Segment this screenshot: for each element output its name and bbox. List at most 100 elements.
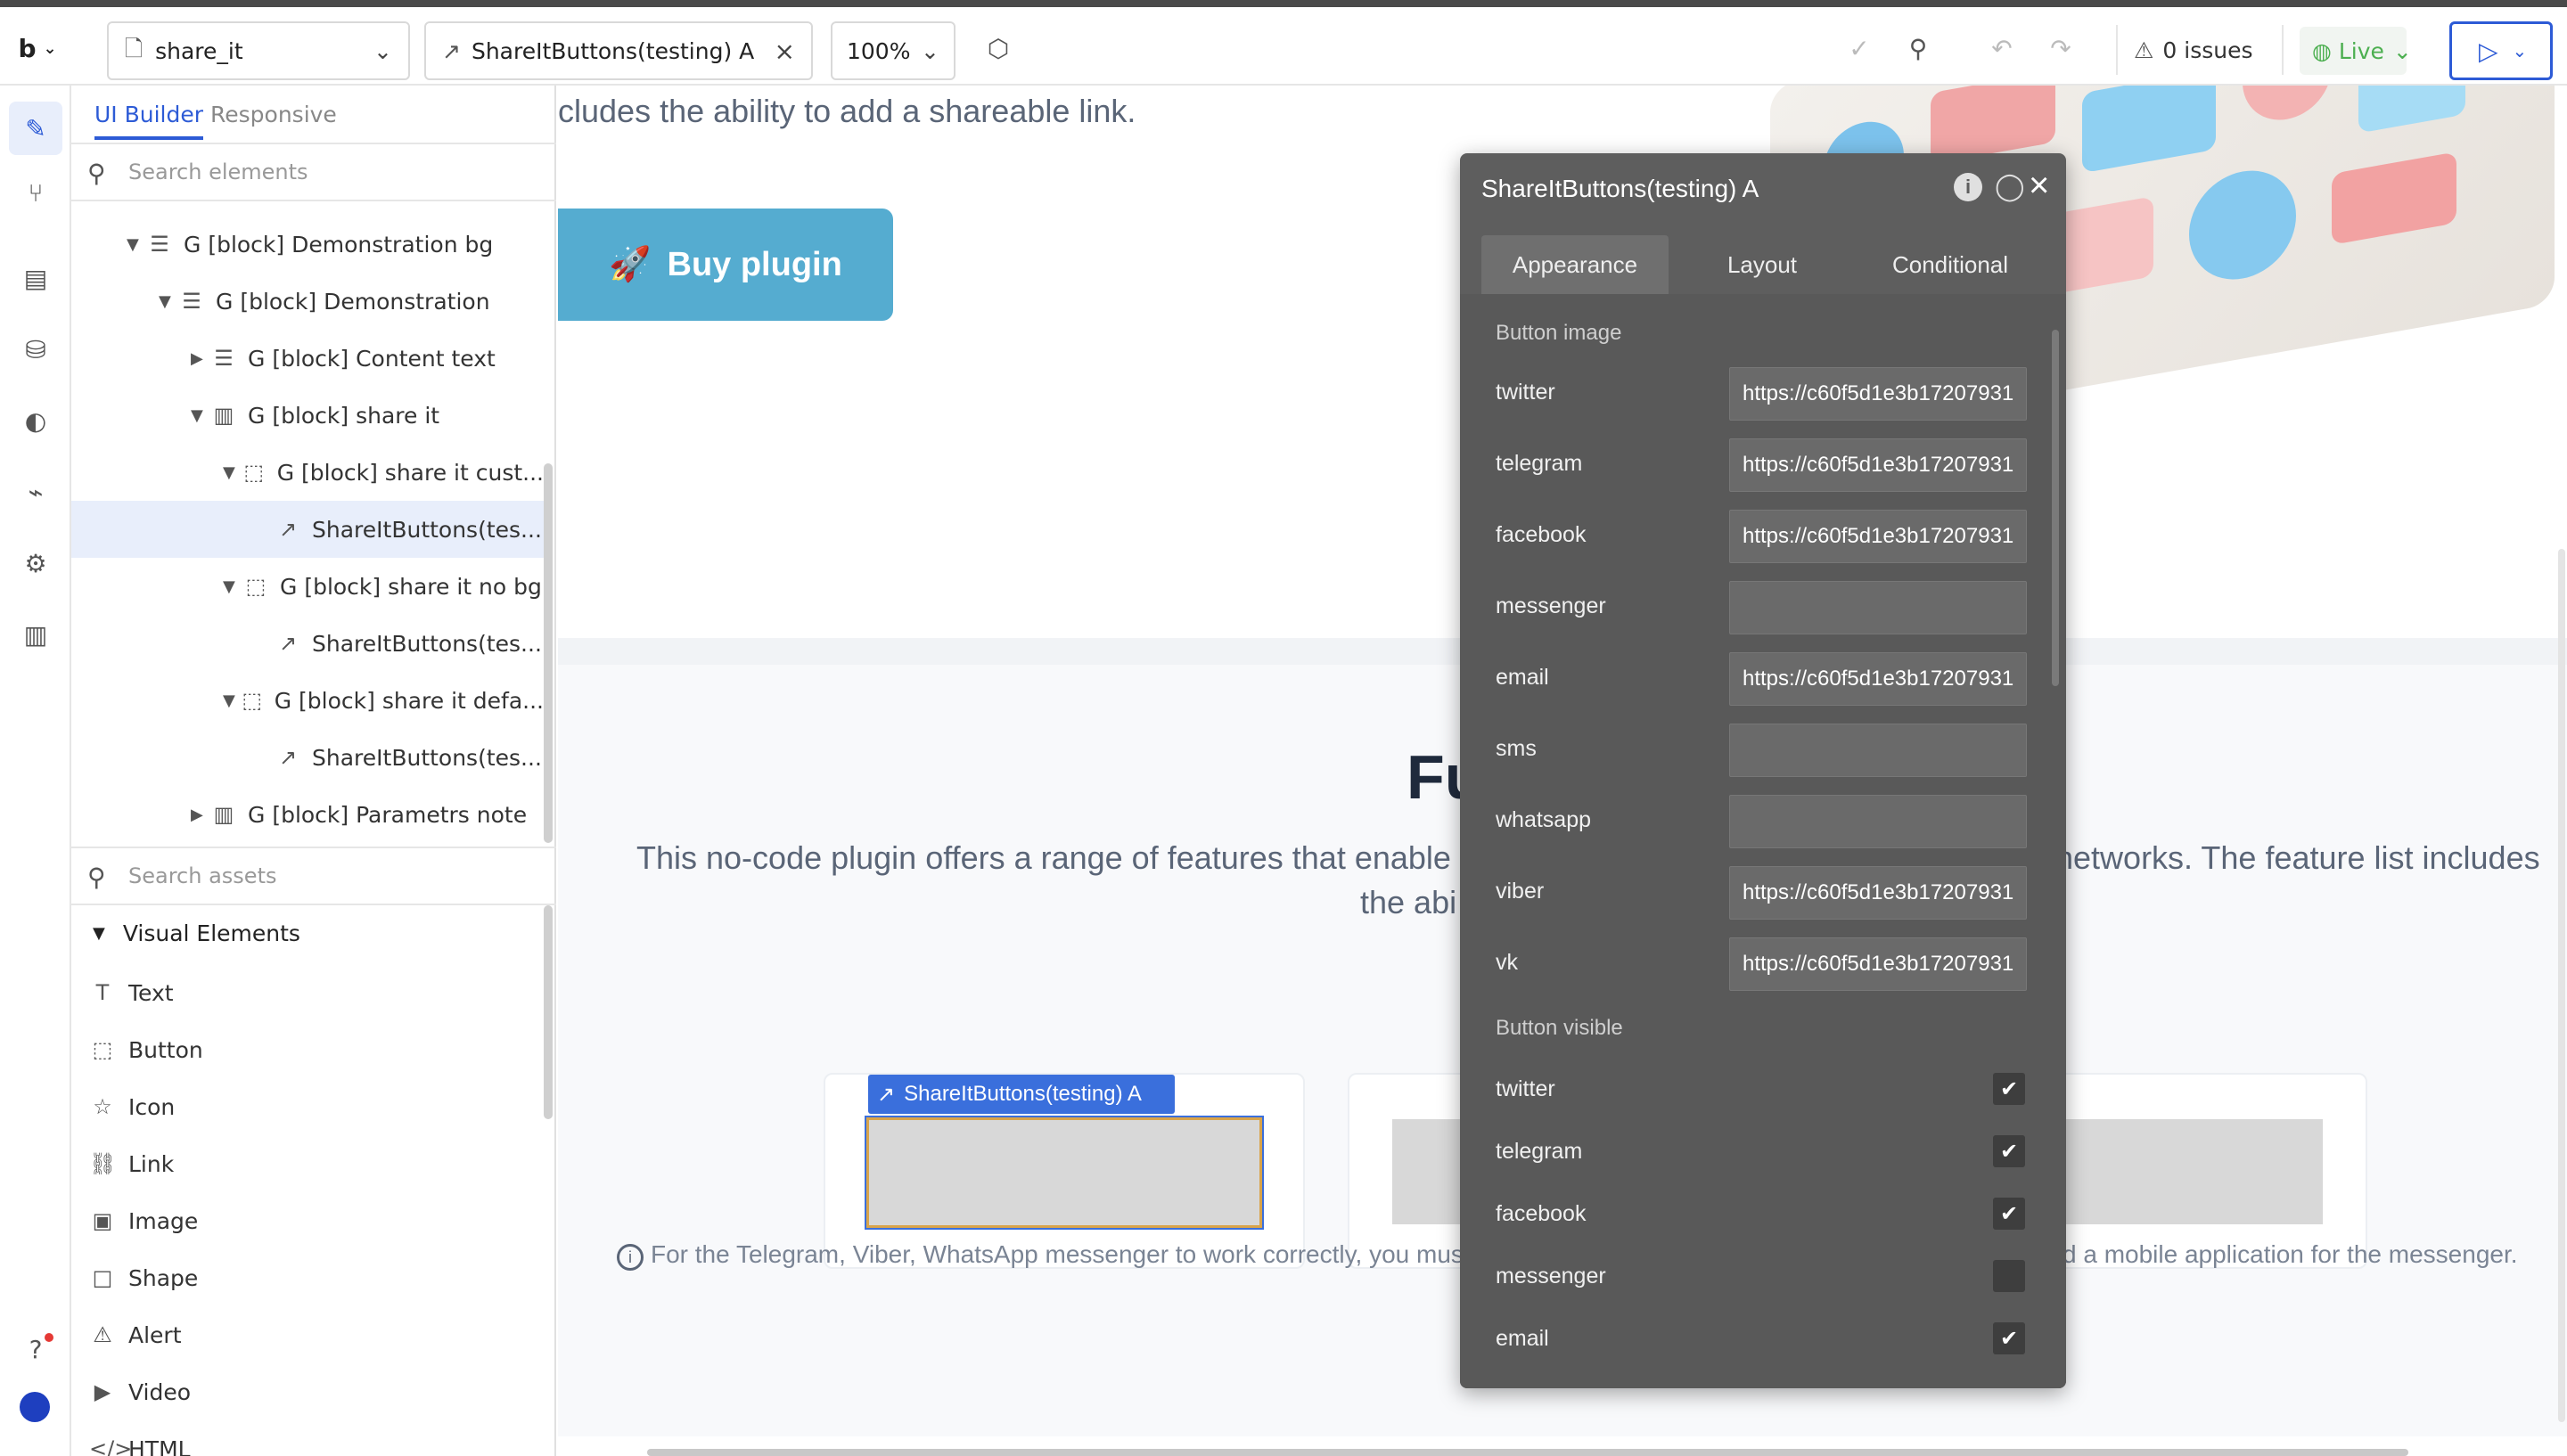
tree-item[interactable]: ▶ ☰ G [block] Content text [71,330,544,387]
property-editor: ShareItButtons(testing) A i ◯ × Appearan… [1460,153,2066,1388]
pencil-icon[interactable]: ✎ [18,110,53,146]
messenger-image-input[interactable] [1729,581,2027,634]
info-icon[interactable]: i [1954,173,1982,201]
live-selector[interactable]: ◍ Live ⌄ [2300,27,2412,75]
field-label: sms [1496,736,1537,761]
database-icon[interactable]: ⛁ [18,331,53,367]
property-editor-title: ShareItButtons(testing) A [1481,175,1759,202]
caret-down-icon[interactable]: ▼ [127,235,144,254]
element-selector[interactable]: ↗ ShareItButtons(testing) A × [424,21,813,80]
sms-image-input[interactable] [1729,724,2027,777]
button-image-label: Button image [1496,321,1622,345]
check-circle-icon[interactable]: ✓ [1841,30,1877,66]
share-buttons-placeholder-selected[interactable] [865,1116,1264,1230]
caret-down-icon[interactable]: ▼ [223,463,240,482]
preview-button[interactable]: ▷ ⌄ [2449,21,2553,80]
page-selector[interactable]: 🗋 share_it ⌄ [107,21,410,80]
selected-element-tag[interactable]: ↗ ShareItButtons(testing) A [868,1075,1175,1114]
tree-scrollbar[interactable] [544,463,553,843]
assets-scrollbar[interactable] [544,905,553,1119]
video-icon: ▶ [94,1379,111,1404]
asset-icon[interactable]: ☆ Icon [89,1080,175,1133]
asset-html[interactable]: </> HTML [89,1422,191,1456]
viber-image-input[interactable]: https://c60f5d1e3b17207931 [1729,866,2027,920]
whatsapp-image-input[interactable] [1729,795,2027,848]
tree-item[interactable]: ↗ ShareItButtons(tes... [71,729,544,786]
close-icon[interactable]: × [2029,166,2049,206]
tree-item[interactable]: ▼ ☰ G [block] Demonstration bg [71,216,544,273]
avatar[interactable] [20,1392,50,1422]
caret-right-icon[interactable]: ▶ [191,349,209,368]
buy-plugin-button[interactable]: 🚀 Buy plugin [558,209,893,321]
twitter-visible-checkbox[interactable]: ✔ [1993,1073,2025,1105]
layout-icon[interactable]: ▤ [18,260,53,296]
caret-down-icon[interactable]: ▼ [159,292,176,311]
property-scrollbar[interactable] [2052,330,2059,686]
email-image-input[interactable]: https://c60f5d1e3b17207931 [1729,652,2027,706]
tree-item[interactable]: ▼ ⬚ G [block] share it no bg [71,558,544,615]
tree-item[interactable]: ▼ ▥ G [block] share it [71,387,544,444]
asset-button[interactable]: ⬚ Button [89,1023,203,1076]
zoom-level: 100% [847,37,911,64]
undo-icon[interactable]: ↶ [1984,30,2020,66]
button-visible-label: Button visible [1496,1016,1623,1040]
asset-shape[interactable]: □ Shape [89,1251,199,1305]
palette-icon[interactable]: ◐ [18,403,53,438]
redo-icon[interactable]: ↷ [2043,30,2079,66]
gear-icon[interactable]: ⚙ [18,545,53,581]
caret-right-icon[interactable]: ▶ [191,806,209,824]
tree-item[interactable]: ↗ ShareItButtons(tes... [71,615,544,672]
asset-link[interactable]: ⛓ Link [89,1137,174,1190]
telegram-visible-checkbox[interactable]: ✔ [1993,1135,2025,1167]
facebook-visible-checkbox[interactable]: ✔ [1993,1198,2025,1230]
tab-conditional[interactable]: Conditional [1856,235,2045,294]
facebook-image-input[interactable]: https://c60f5d1e3b17207931 [1729,510,2027,563]
field-label: email [1496,665,1549,690]
note-text-left: For the Telegram, Viber, WhatsApp messen… [651,1240,1471,1268]
search-assets-input[interactable]: ⚲ Search assets [71,847,556,905]
tab-ui-builder[interactable]: UI Builder [94,102,204,140]
field-label: telegram [1496,1139,1583,1164]
tree-item[interactable]: ▼ ⬚ G [block] share it cust... [71,444,544,501]
field-label: messenger [1496,1264,1606,1288]
canvas-vertical-scrollbar[interactable] [2558,549,2565,1422]
elements-panel: UI Builder Responsive ⚲ Search elements … [71,86,556,1456]
note-text-right: d a mobile application for the messenger… [2063,1240,2518,1268]
search-elements-input[interactable]: ⚲ Search elements [71,143,556,201]
messenger-visible-checkbox[interactable] [1993,1260,2025,1292]
globe-icon: ◍ [2312,37,2332,64]
property-editor-header[interactable]: ShareItButtons(testing) A i ◯ × [1460,153,2066,225]
caret-down-icon[interactable]: ▼ [223,577,241,596]
tree-item[interactable]: ▼ ⬚ G [block] share it defa... [71,672,544,729]
field-label: twitter [1496,380,1555,405]
workflow-icon[interactable]: ⑂ [18,175,53,210]
caret-down-icon[interactable]: ▼ [191,406,209,425]
search-icon[interactable]: ⚲ [1900,30,1936,66]
issues-indicator[interactable]: ⚠ 0 issues [2134,32,2253,68]
bubble-logo-icon[interactable]: b ⌄ [18,30,56,66]
telegram-image-input[interactable]: https://c60f5d1e3b17207931 [1729,438,2027,492]
canvas-horizontal-scrollbar[interactable] [647,1449,2408,1456]
tab-responsive[interactable]: Responsive [210,102,337,127]
cube-icon[interactable]: ⬡ [980,30,1016,66]
asset-image[interactable]: ▣ Image [89,1194,199,1247]
tree-item-selected[interactable]: ↗ ShareItButtons(tes... [71,501,544,558]
caret-down-icon[interactable]: ▼ [223,691,239,710]
chart-icon[interactable]: ▥ [18,617,53,652]
warning-icon: ⚠ [93,1322,112,1347]
plugin-icon[interactable]: ⌁ [18,474,53,510]
tree-item[interactable]: ▶ ▥ G [block] Parametrs note [71,786,544,843]
twitter-image-input[interactable]: https://c60f5d1e3b17207931 [1729,367,2027,421]
asset-video[interactable]: ▶ Video [89,1365,191,1419]
close-icon[interactable]: × [775,37,795,66]
tree-item[interactable]: ▼ ☰ G [block] Demonstration [71,273,544,330]
visual-elements-header[interactable]: ▼ Visual Elements [93,911,300,955]
zoom-selector[interactable]: 100% ⌄ [831,21,955,80]
tab-layout[interactable]: Layout [1669,235,1856,294]
asset-text[interactable]: T Text [89,966,174,1019]
vk-image-input[interactable]: https://c60f5d1e3b17207931 [1729,937,2027,991]
asset-alert[interactable]: ⚠ Alert [89,1308,181,1362]
comment-icon[interactable]: ◯ [1995,171,2025,202]
tab-appearance[interactable]: Appearance [1481,235,1669,294]
email-visible-checkbox[interactable]: ✔ [1993,1322,2025,1354]
